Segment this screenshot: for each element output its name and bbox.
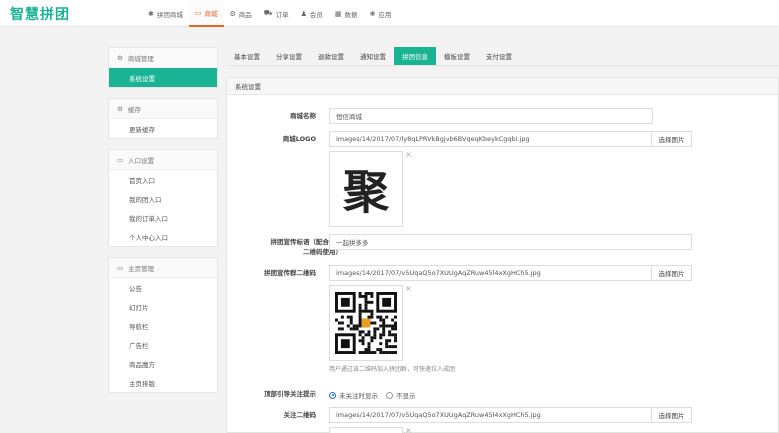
group-qr-label: 拼团宣传群二维码 bbox=[264, 269, 316, 277]
top-nav-item[interactable]: ❀ 应用 bbox=[364, 0, 398, 27]
top-nav-label: 应用 bbox=[378, 10, 392, 19]
sidebar-item[interactable]: 系统设置 bbox=[109, 68, 217, 87]
user-icon: ♟ bbox=[300, 9, 307, 18]
top-nav-label: 拼团商城 bbox=[156, 10, 183, 19]
logo[interactable]: 智慧拼团 bbox=[10, 4, 70, 24]
settings-tab[interactable]: 模板设置 bbox=[436, 47, 478, 65]
shop-name-input[interactable]: 恒信商城 bbox=[329, 108, 653, 124]
logo-path-input[interactable]: images/14/2017/07/ly8qLPRVkBgjvb6BVqeqKb… bbox=[329, 131, 652, 147]
slogan-input[interactable]: 一起拼多多 bbox=[329, 234, 692, 250]
sidebar-group-title: 缓存 bbox=[127, 105, 141, 114]
follow-qr-preview bbox=[329, 427, 403, 433]
settings-tab[interactable]: 拼团信息 bbox=[394, 47, 436, 65]
top-nav-item[interactable]: ⚙ 商品 bbox=[224, 0, 258, 27]
top-nav-label: 数据 bbox=[344, 10, 358, 19]
chart-icon: ▦ bbox=[334, 9, 342, 18]
top-nav-item[interactable]: ⛟ 订单 bbox=[258, 0, 295, 27]
radio-checked-icon[interactable] bbox=[329, 391, 336, 399]
sidebar: ⚙ 商城管理 系统设置 ⚙ 缓存 更新缓存 ▭ 入口设置 首页入口 我的团入口 我的订单入口 个人中心… bbox=[108, 47, 218, 403]
follow-prompt-label: 顶部引导关注提示 bbox=[264, 390, 316, 398]
settings-tabs: 基本设置 分享设置 退款设置 通知设置 拼团信息 模板设置 支付设置 bbox=[226, 47, 779, 66]
follow-qr-label: 关注二维码 bbox=[283, 411, 317, 419]
top-nav-item[interactable]: ▭ 商城 bbox=[188, 0, 224, 27]
top-nav: ✱ 拼团商城 ▭ 商城 ⚙ 商品 ⛟ 订单 ♟ 会员 ▦ 数据 ❀ 应用 bbox=[142, 0, 397, 27]
logo-pick-button[interactable]: 选择图片 bbox=[651, 131, 692, 147]
group-qr-remove-icon[interactable]: × bbox=[405, 284, 412, 293]
group-qr-hint: 用户通过该二维码加入拼团群，可快速拉人成团 bbox=[329, 366, 456, 373]
logo-preview: 聚 bbox=[329, 151, 403, 227]
group-qr-preview bbox=[329, 285, 403, 361]
sidebar-group: ▭ 入口设置 首页入口 我的团入口 我的订单入口 个人中心入口 bbox=[108, 149, 218, 247]
follow-option-show[interactable]: 未关注时显示 bbox=[329, 390, 378, 400]
follow-option-hide[interactable]: 不显示 bbox=[386, 390, 416, 400]
sidebar-item[interactable]: 首页入口 bbox=[109, 170, 217, 189]
top-nav-item[interactable]: ✱ 拼团商城 bbox=[142, 0, 189, 27]
sidebar-group-header: ⚙ 商城管理 bbox=[109, 48, 217, 68]
sidebar-item[interactable]: 导航栏 bbox=[109, 316, 217, 335]
logo-label: 商城LOGO bbox=[282, 135, 316, 143]
sidebar-group-title: 入口设置 bbox=[128, 156, 155, 165]
sidebar-group-header: ▭ 入口设置 bbox=[109, 150, 217, 170]
top-nav-label: 商城 bbox=[204, 9, 218, 18]
settings-tab[interactable]: 分享设置 bbox=[268, 47, 310, 65]
puzzle-icon: ✱ bbox=[148, 9, 154, 18]
logo-image: 聚 bbox=[343, 165, 389, 219]
top-nav-label: 商品 bbox=[238, 10, 252, 19]
follow-qr-remove-icon[interactable]: × bbox=[405, 426, 412, 433]
follow-qr-path-input[interactable]: images/14/2017/07/v5UqaQ5o7XUUgAqZRuw45l… bbox=[329, 407, 652, 423]
follow-qr-pick-button[interactable]: 选择图片 bbox=[651, 407, 692, 423]
slogan-label-line1: 拼团宣传标语（配合下方 bbox=[270, 238, 343, 246]
cart-icon: ⛟ bbox=[263, 9, 273, 17]
sidebar-item[interactable]: 商品魔方 bbox=[109, 354, 217, 373]
radio-unchecked-icon[interactable] bbox=[386, 391, 393, 399]
top-nav-label: 订单 bbox=[275, 10, 289, 19]
top-bar: 智慧拼团 ✱ 拼团商城 ▭ 商城 ⚙ 商品 ⛟ 订单 ♟ 会员 ▦ 数据 ❀ 应用 bbox=[0, 0, 779, 27]
logo-remove-icon[interactable]: × bbox=[405, 150, 412, 159]
monitor-icon: ▭ bbox=[117, 263, 124, 272]
top-nav-label: 会员 bbox=[309, 10, 323, 19]
sidebar-item[interactable]: 广告栏 bbox=[109, 335, 217, 354]
group-qr-path-input[interactable]: images/14/2017/07/v5UqaQ5o7XUUgAqZRuw45l… bbox=[329, 265, 652, 281]
settings-tab[interactable]: 通知设置 bbox=[352, 47, 394, 65]
sidebar-group-title: 商城管理 bbox=[127, 54, 154, 63]
gear-icon: ⚙ bbox=[117, 104, 123, 113]
settings-tab[interactable]: 支付设置 bbox=[478, 47, 520, 65]
slogan-label-line2: 二维码使用） bbox=[303, 248, 342, 256]
gear-icon: ⚙ bbox=[117, 53, 123, 62]
settings-panel: 系统设置 商城名称 恒信商城 商城LOGO images/14/2017/07/… bbox=[226, 77, 779, 433]
sidebar-item[interactable]: 我的团入口 bbox=[109, 189, 217, 208]
settings-tab[interactable]: 退款设置 bbox=[310, 47, 352, 65]
gift-icon: ⚙ bbox=[229, 9, 236, 18]
monitor-icon: ▭ bbox=[194, 8, 202, 17]
follow-prompt-options: 未关注时显示 不显示 bbox=[329, 390, 416, 400]
shop-name-label: 商城名称 bbox=[290, 112, 316, 120]
sidebar-group: ⚙ 商城管理系统设置 bbox=[108, 47, 218, 88]
sidebar-item[interactable]: 公告 bbox=[109, 278, 217, 297]
top-nav-item[interactable]: ♟ 会员 bbox=[295, 0, 329, 27]
main-content: 基本设置 分享设置 退款设置 通知设置 拼团信息 模板设置 支付设置 系统设置 商城名称 恒… bbox=[226, 47, 779, 433]
follow-option-show-label: 未关注时显示 bbox=[339, 392, 378, 400]
sidebar-item[interactable]: 幻灯片 bbox=[109, 297, 217, 316]
monitor-icon: ▭ bbox=[117, 155, 124, 164]
top-nav-item[interactable]: ▦ 数据 bbox=[329, 0, 364, 27]
settings-tab[interactable]: 基本设置 bbox=[226, 47, 268, 65]
sidebar-item[interactable]: 我的订单入口 bbox=[109, 208, 217, 227]
sidebar-group-title: 主页管理 bbox=[128, 264, 155, 273]
panel-title: 系统设置 bbox=[227, 78, 778, 95]
qr-code-image bbox=[335, 292, 397, 354]
apps-icon: ❀ bbox=[369, 9, 376, 18]
follow-option-hide-label: 不显示 bbox=[396, 392, 416, 400]
group-qr-pick-button[interactable]: 选择图片 bbox=[651, 265, 692, 281]
